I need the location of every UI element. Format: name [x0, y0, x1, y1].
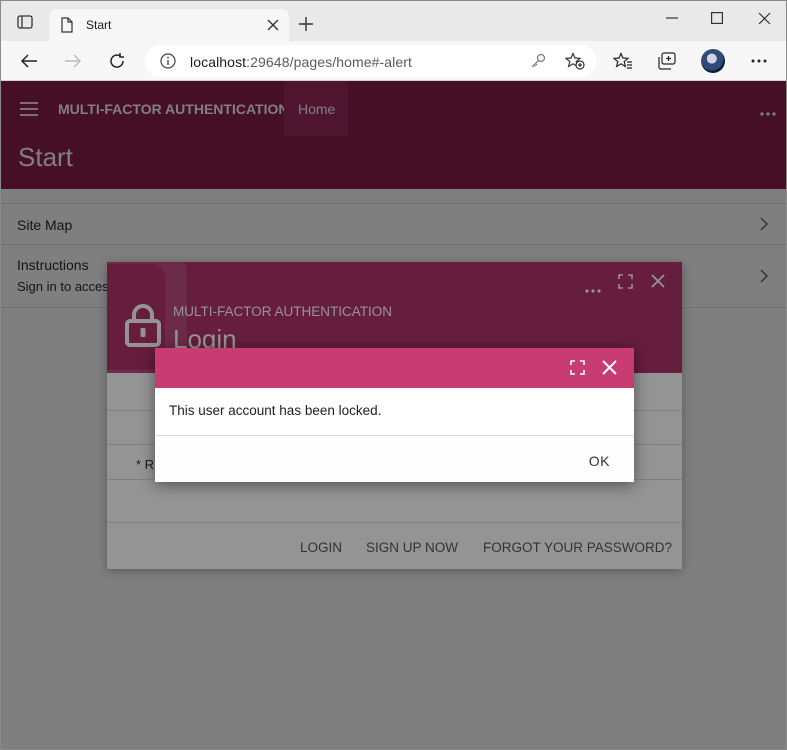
add-favorite-icon[interactable]	[564, 52, 585, 75]
browser-tab[interactable]: Start	[49, 9, 289, 41]
close-window-icon[interactable]	[754, 10, 774, 26]
alert-dialog-footer: OK	[155, 435, 634, 482]
favorites-icon[interactable]	[613, 51, 633, 71]
maximize-icon[interactable]	[707, 10, 727, 26]
page-content: MULTI-FACTOR AUTHENTICATION Home Start S…	[1, 81, 786, 749]
document-icon	[61, 17, 73, 38]
browser-window: Start localhost:29648/pages/home#-alert …	[0, 0, 787, 750]
address-bar[interactable]: localhost:29648/pages/home#-alert	[145, 45, 596, 77]
new-tab-icon[interactable]	[298, 16, 314, 37]
back-arrow-icon[interactable]	[19, 51, 39, 71]
ok-button[interactable]: OK	[589, 453, 610, 469]
alert-close-icon[interactable]	[602, 360, 617, 380]
url-text: localhost:29648/pages/home#-alert	[190, 54, 412, 70]
profile-avatar[interactable]	[701, 49, 725, 73]
alert-dialog: This user account has been locked. OK	[155, 348, 634, 482]
minimize-icon[interactable]	[662, 10, 682, 26]
info-icon[interactable]	[160, 53, 176, 74]
refresh-icon[interactable]	[107, 51, 127, 71]
url-path: :29648/pages/home#-alert	[246, 54, 413, 70]
close-tab-icon[interactable]	[267, 18, 279, 36]
forward-arrow-icon[interactable]	[63, 51, 83, 71]
alert-message: This user account has been locked.	[169, 403, 382, 418]
key-icon[interactable]	[530, 53, 546, 74]
alert-dialog-header	[155, 348, 634, 388]
tab-title: Start	[86, 18, 112, 32]
browser-toolbar: localhost:29648/pages/home#-alert	[1, 41, 786, 81]
collections-icon[interactable]	[657, 51, 677, 71]
alert-fullscreen-icon[interactable]	[570, 360, 585, 380]
url-host: localhost	[190, 54, 247, 70]
more-menu-icon[interactable]	[749, 51, 769, 71]
tab-strip: Start	[1, 1, 786, 41]
tab-actions-icon[interactable]	[11, 11, 39, 33]
